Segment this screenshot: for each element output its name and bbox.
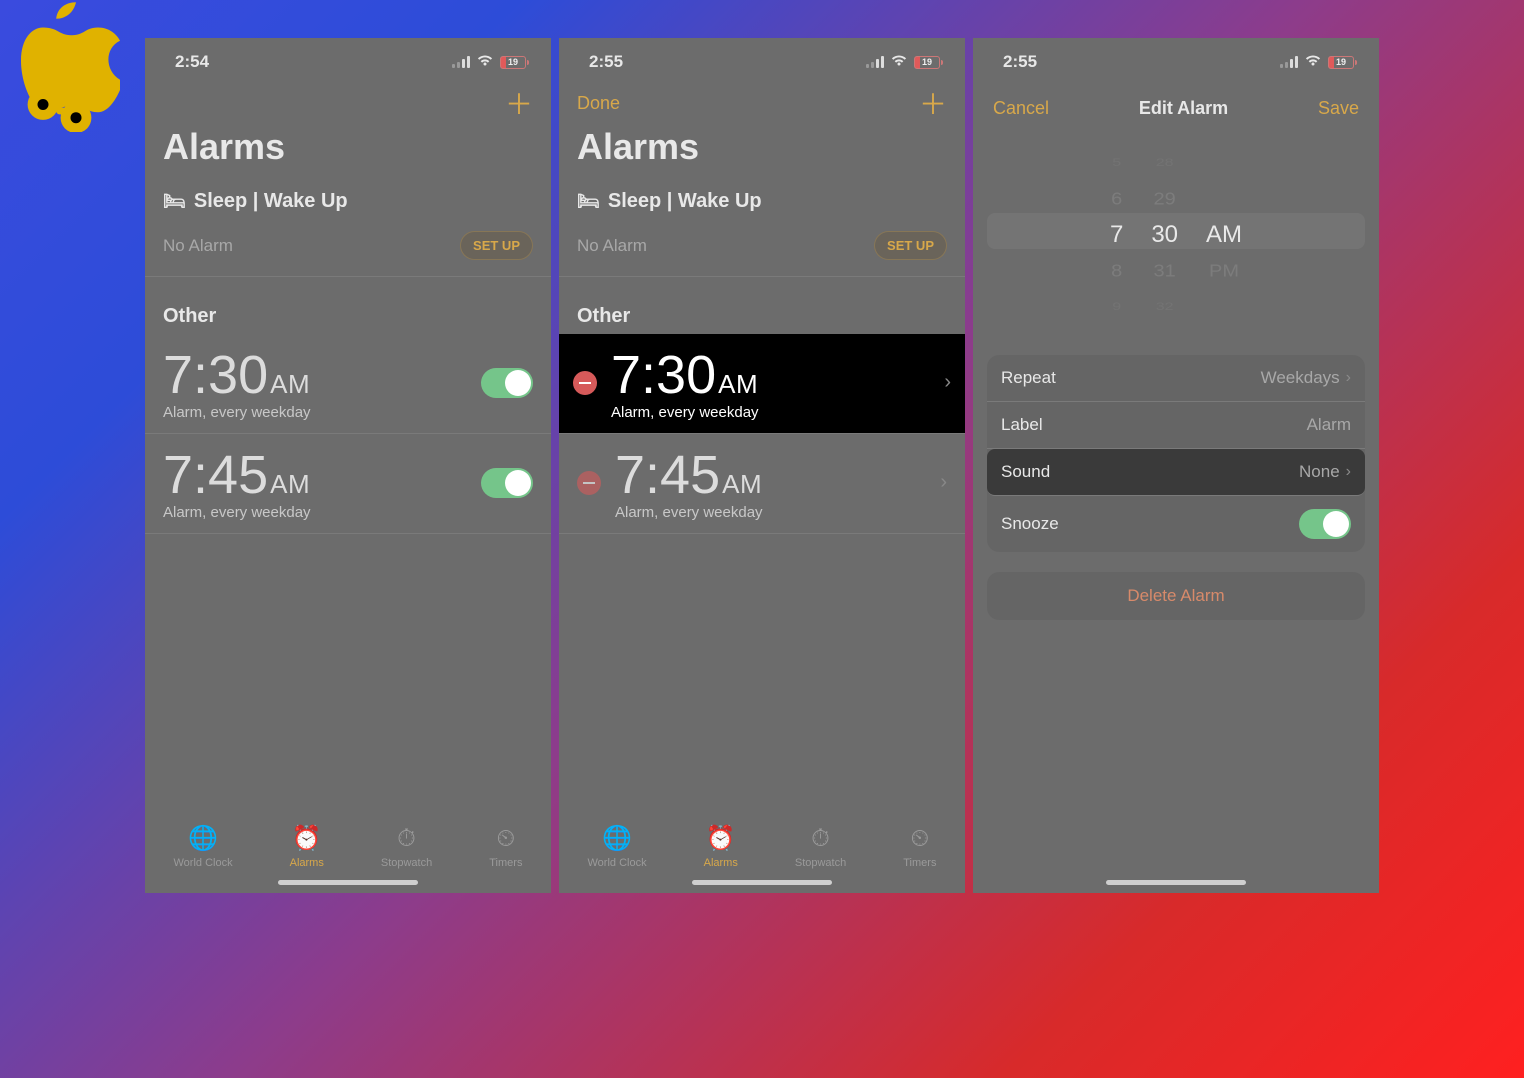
page-title: Alarms	[145, 120, 551, 178]
chevron-right-icon: ›	[1346, 369, 1351, 387]
status-time: 2:55	[589, 52, 623, 72]
alarm-time: 7:45AM	[163, 444, 481, 506]
sleep-section-header: 🛏 Sleep | Wake Up	[559, 178, 965, 221]
label-row[interactable]: Label Alarm	[987, 402, 1365, 449]
cancel-button[interactable]: Cancel	[993, 98, 1049, 119]
sleep-no-alarm-label: No Alarm	[163, 236, 233, 256]
other-section-header: Other	[559, 277, 965, 334]
timer-icon: ⏲	[496, 825, 515, 853]
time-picker[interactable]: 5 6 7 8 9 28 29 30 31 32 AM PM	[973, 119, 1379, 343]
tab-world-clock[interactable]: 🌐World Clock	[588, 824, 647, 869]
sleep-section-header: 🛏 Sleep | Wake Up	[145, 178, 551, 221]
setup-sleep-button[interactable]: SET UP	[460, 231, 533, 260]
alarm-row[interactable]: 7:45AM Alarm, every weekday ›	[559, 434, 965, 534]
home-indicator[interactable]	[1106, 880, 1246, 885]
stopwatch-icon: ⏱	[811, 825, 830, 853]
alarm-row[interactable]: 7:45AM Alarm, every weekday	[145, 434, 551, 534]
alarm-subtitle: Alarm, every weekday	[615, 504, 932, 521]
save-button[interactable]: Save	[1318, 98, 1359, 119]
tab-alarms[interactable]: ⏰Alarms	[704, 824, 738, 869]
modal-title: Edit Alarm	[1139, 98, 1228, 119]
alarm-toggle[interactable]	[481, 468, 533, 498]
alarm-time: 7:30AM	[163, 344, 481, 406]
screenshot-alarms-edit-mode: 2:55 19 Done ＋ Alarms 🛏 Sleep | Wake Up …	[559, 38, 965, 893]
delete-alarm-button[interactable]: Delete Alarm	[987, 572, 1365, 620]
screenshot-alarms-list: 2:54 19 ＋ Alarms 🛏 Sleep | Wake Up No Al…	[145, 38, 551, 893]
tab-timers[interactable]: ⏲Timers	[489, 825, 522, 869]
snooze-toggle[interactable]	[1299, 509, 1351, 539]
wifi-icon	[890, 53, 908, 71]
chevron-right-icon: ›	[936, 371, 951, 394]
cellular-icon	[452, 56, 470, 68]
sleep-no-alarm-label: No Alarm	[577, 236, 647, 256]
cellular-icon	[866, 56, 884, 68]
alarm-icon: ⏰	[706, 824, 736, 853]
wifi-icon	[1304, 53, 1322, 71]
tab-timers[interactable]: ⏲Timers	[903, 825, 936, 869]
setup-sleep-button[interactable]: SET UP	[874, 231, 947, 260]
alarm-subtitle: Alarm, every weekday	[163, 404, 481, 421]
cellular-icon	[1280, 56, 1298, 68]
chevron-right-icon: ›	[932, 471, 947, 494]
status-bar: 2:55 19	[973, 38, 1379, 76]
tab-stopwatch[interactable]: ⏱Stopwatch	[795, 825, 846, 869]
status-time: 2:54	[175, 52, 209, 72]
tab-world-clock[interactable]: 🌐World Clock	[174, 824, 233, 869]
alarm-toggle[interactable]	[481, 368, 533, 398]
other-section-header: Other	[145, 277, 551, 334]
wifi-icon	[476, 53, 494, 71]
status-bar: 2:55 19	[559, 38, 965, 76]
home-indicator[interactable]	[692, 880, 832, 885]
add-alarm-button[interactable]: ＋	[919, 83, 947, 123]
timer-icon: ⏲	[910, 825, 929, 853]
globe-icon: 🌐	[602, 824, 632, 853]
alarm-row[interactable]: 7:30AM Alarm, every weekday	[145, 334, 551, 434]
battery-icon: 19	[1328, 56, 1357, 69]
page-title: Alarms	[559, 120, 965, 178]
screenshot-edit-alarm: 2:55 19 Cancel Edit Alarm Save 5 6 7	[973, 38, 1379, 893]
bed-icon: 🛏	[163, 191, 186, 212]
site-logo	[10, 0, 120, 130]
home-indicator[interactable]	[278, 880, 418, 885]
tab-stopwatch[interactable]: ⏱Stopwatch	[381, 825, 432, 869]
alarm-time: 7:45AM	[615, 444, 932, 506]
chevron-right-icon: ›	[1346, 463, 1351, 481]
battery-icon: 19	[914, 56, 943, 69]
snooze-row: Snooze	[987, 496, 1365, 552]
bed-icon: 🛏	[577, 191, 600, 212]
add-alarm-button[interactable]: ＋	[505, 83, 533, 123]
alarm-subtitle: Alarm, every weekday	[611, 404, 936, 421]
stopwatch-icon: ⏱	[397, 825, 416, 853]
alarm-icon: ⏰	[292, 824, 322, 853]
alarm-subtitle: Alarm, every weekday	[163, 504, 481, 521]
delete-alarm-icon[interactable]	[577, 471, 601, 495]
alarm-time: 7:30AM	[611, 344, 936, 406]
done-button[interactable]: Done	[577, 93, 620, 114]
status-bar: 2:54 19	[145, 38, 551, 76]
sound-row[interactable]: Sound None›	[987, 449, 1365, 496]
repeat-row[interactable]: Repeat Weekdays›	[987, 355, 1365, 402]
status-time: 2:55	[1003, 52, 1037, 72]
globe-icon: 🌐	[188, 824, 218, 853]
delete-alarm-icon[interactable]	[573, 371, 597, 395]
alarm-settings-list: Repeat Weekdays› Label Alarm Sound None›…	[987, 355, 1365, 552]
tab-alarms[interactable]: ⏰Alarms	[290, 824, 324, 869]
alarm-row-selected[interactable]: 7:30AM Alarm, every weekday ›	[559, 334, 965, 434]
battery-icon: 19	[500, 56, 529, 69]
